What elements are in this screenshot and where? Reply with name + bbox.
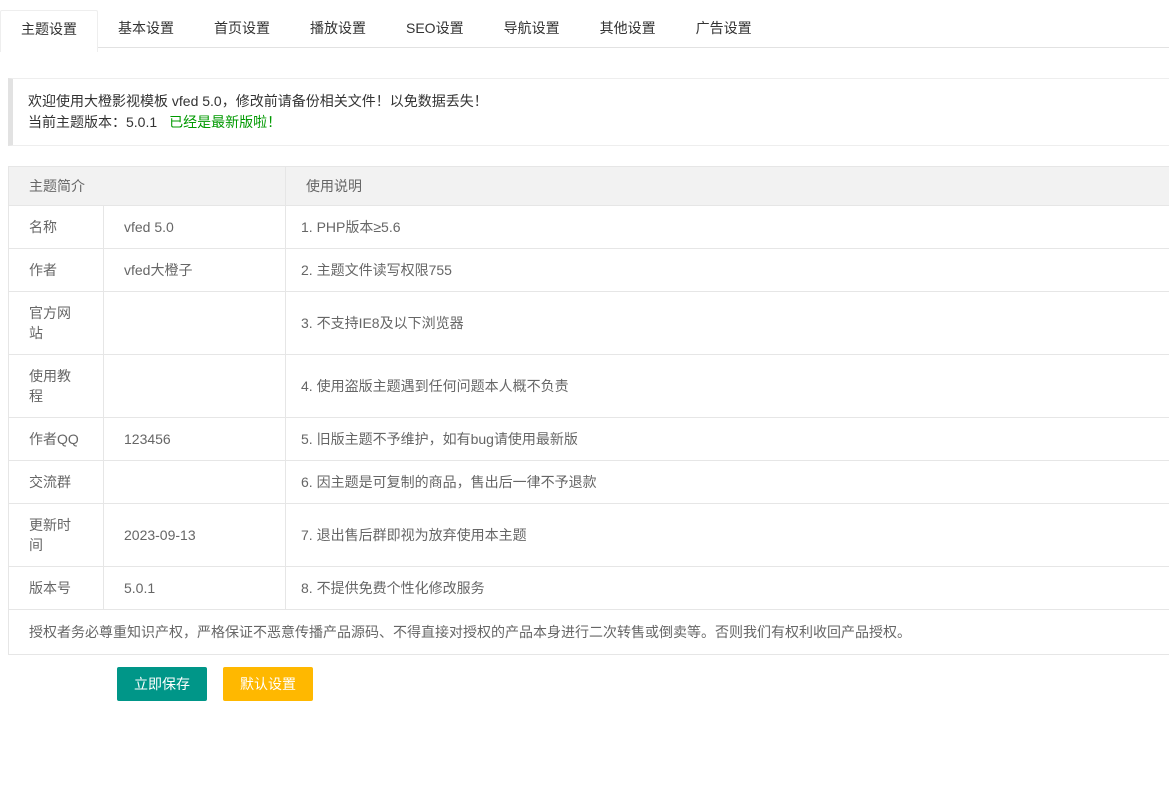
row-note: 1. PHP版本≥5.6 <box>286 206 1169 249</box>
tab-basic-settings[interactable]: 基本设置 <box>98 10 194 47</box>
table-row: 作者QQ 123456 5. 旧版主题不予维护，如有bug请使用最新版 <box>9 418 1169 461</box>
table-row: 名称 vfed 5.0 1. PHP版本≥5.6 <box>9 206 1169 249</box>
row-note: 5. 旧版主题不予维护，如有bug请使用最新版 <box>286 418 1169 461</box>
row-label: 官方网站 <box>9 292 104 355</box>
version-line: 当前主题版本：5.0.1 已经是最新版啦！ <box>28 112 1154 133</box>
table-row: 版本号 5.0.1 8. 不提供免费个性化修改服务 <box>9 567 1169 610</box>
row-value: 123456 <box>104 418 286 461</box>
row-label: 版本号 <box>9 567 104 610</box>
row-label: 更新时间 <box>9 504 104 567</box>
row-note: 7. 退出售后群即视为放弃使用本主题 <box>286 504 1169 567</box>
row-note: 3. 不支持IE8及以下浏览器 <box>286 292 1169 355</box>
latest-version-status: 已经是最新版啦！ <box>169 114 281 130</box>
table-header-row: 主题简介 使用说明 <box>9 167 1169 206</box>
row-label: 交流群 <box>9 461 104 504</box>
table-footer-row: 授权者务必尊重知识产权，严格保证不恶意传播产品源码、不得直接对授权的产品本身进行… <box>9 610 1169 655</box>
header-theme-intro: 主题简介 <box>9 167 286 206</box>
license-notice: 授权者务必尊重知识产权，严格保证不恶意传播产品源码、不得直接对授权的产品本身进行… <box>9 610 1169 655</box>
tab-nav-settings[interactable]: 导航设置 <box>484 10 580 47</box>
default-settings-button[interactable]: 默认设置 <box>223 667 313 701</box>
tab-theme-settings[interactable]: 主题设置 <box>0 10 98 52</box>
form-actions: 立即保存 默认设置 <box>117 667 1169 701</box>
table-row: 作者 vfed大橙子 2. 主题文件读写权限755 <box>9 249 1169 292</box>
table-row: 使用教程 4. 使用盗版主题遇到任何问题本人概不负责 <box>9 355 1169 418</box>
row-value <box>104 355 286 418</box>
table-row: 更新时间 2023-09-13 7. 退出售后群即视为放弃使用本主题 <box>9 504 1169 567</box>
table-row: 交流群 6. 因主题是可复制的商品，售出后一律不予退款 <box>9 461 1169 504</box>
row-value: vfed 5.0 <box>104 206 286 249</box>
row-note: 2. 主题文件读写权限755 <box>286 249 1169 292</box>
row-value <box>104 461 286 504</box>
row-label: 作者QQ <box>9 418 104 461</box>
row-label: 作者 <box>9 249 104 292</box>
row-note: 8. 不提供免费个性化修改服务 <box>286 567 1169 610</box>
row-label: 使用教程 <box>9 355 104 418</box>
tab-other-settings[interactable]: 其他设置 <box>580 10 676 47</box>
version-number: 5.0.1 <box>126 114 157 130</box>
row-note: 4. 使用盗版主题遇到任何问题本人概不负责 <box>286 355 1169 418</box>
row-value: vfed大橙子 <box>104 249 286 292</box>
row-value: 2023-09-13 <box>104 504 286 567</box>
theme-settings-page: 主题设置 基本设置 首页设置 播放设置 SEO设置 导航设置 其他设置 广告设置… <box>0 0 1169 805</box>
table-row: 官方网站 3. 不支持IE8及以下浏览器 <box>9 292 1169 355</box>
theme-info-table: 主题简介 使用说明 名称 vfed 5.0 1. PHP版本≥5.6 作者 vf… <box>8 166 1169 655</box>
tab-play-settings[interactable]: 播放设置 <box>290 10 386 47</box>
tab-seo-settings[interactable]: SEO设置 <box>386 10 484 47</box>
version-label: 当前主题版本： <box>28 114 126 130</box>
welcome-notice: 欢迎使用大橙影视模板 vfed 5.0，修改前请备份相关文件！以免数据丢失！ 当… <box>8 78 1169 146</box>
tab-ad-settings[interactable]: 广告设置 <box>676 10 772 47</box>
row-label: 名称 <box>9 206 104 249</box>
welcome-text: 欢迎使用大橙影视模板 vfed 5.0，修改前请备份相关文件！以免数据丢失！ <box>28 91 1154 112</box>
save-button[interactable]: 立即保存 <box>117 667 207 701</box>
settings-tab-bar: 主题设置 基本设置 首页设置 播放设置 SEO设置 导航设置 其他设置 广告设置 <box>0 10 1169 62</box>
row-value: 5.0.1 <box>104 567 286 610</box>
tab-list: 主题设置 基本设置 首页设置 播放设置 SEO设置 导航设置 其他设置 广告设置 <box>0 10 772 52</box>
row-note: 6. 因主题是可复制的商品，售出后一律不予退款 <box>286 461 1169 504</box>
header-usage-notes: 使用说明 <box>286 167 1169 206</box>
tab-home-settings[interactable]: 首页设置 <box>194 10 290 47</box>
row-value <box>104 292 286 355</box>
